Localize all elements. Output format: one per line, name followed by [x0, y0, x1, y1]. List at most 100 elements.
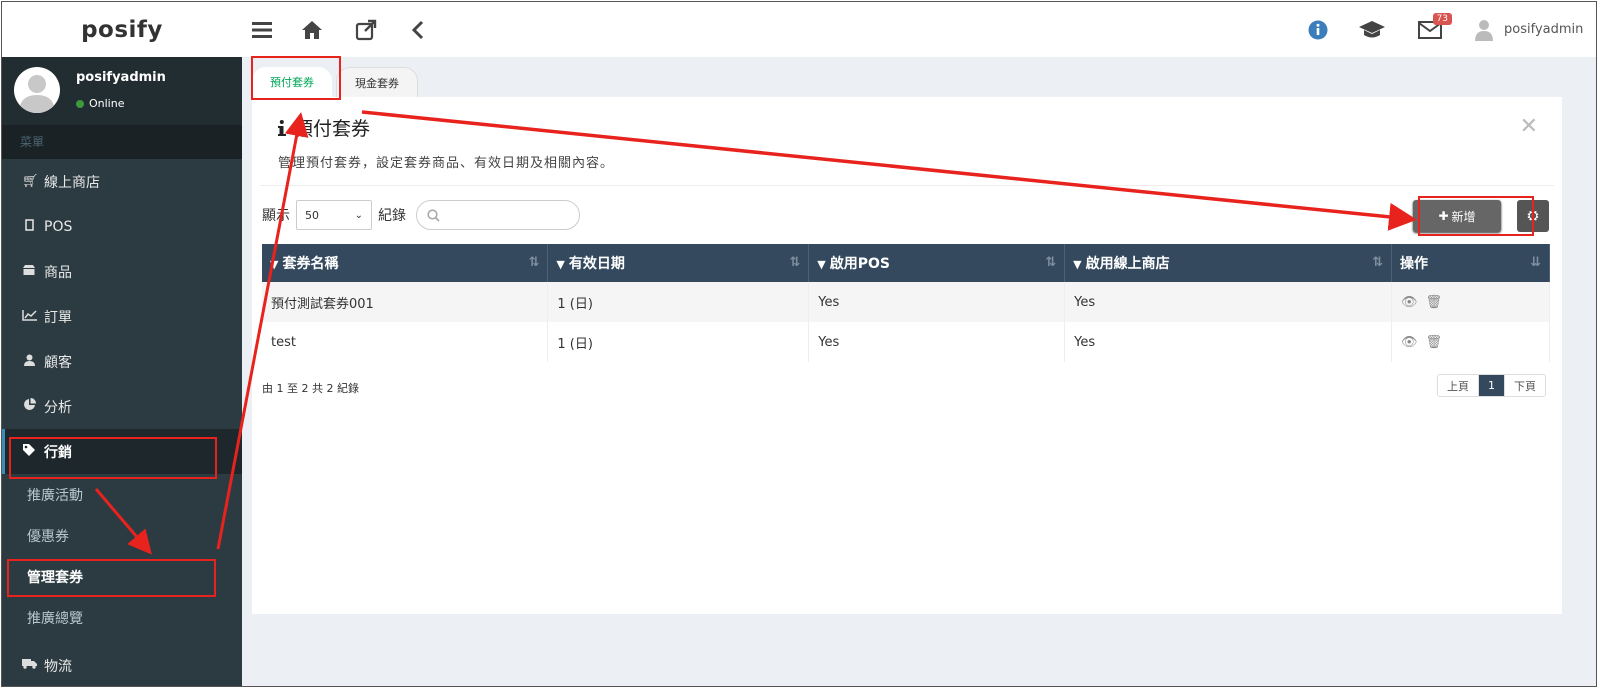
settings-button[interactable]: ⚙ — [1517, 200, 1549, 232]
column-header-pos-enabled[interactable]: ▼ 啟用POS ⇅ — [808, 244, 1066, 282]
table-header-row: ▼ 套券名稱 ⇅ ▼ 有效日期 ⇅ ▼ 啟用POS ⇅ ▼ 啟用線上商店 ⇅ 操作 ⇊ — [262, 244, 1550, 282]
content-area: 預付套券 現金套券 預付套券 管理預付套券，設定套券商品、有效日期及相關內容。 … — [242, 57, 1596, 686]
submenu-item-promotions[interactable]: 推廣活動 — [2, 474, 242, 515]
voucher-panel: 預付套券 管理預付套券，設定套券商品、有效日期及相關內容。 ✕ 顯示 50 ⌄ 紀… — [252, 97, 1562, 614]
user-menu[interactable]: posifyadmin — [1474, 2, 1583, 57]
line-chart-icon — [22, 309, 37, 325]
sort-icon[interactable]: ⇊ — [1530, 255, 1541, 270]
avatar — [14, 67, 60, 113]
tab-cash-voucher[interactable]: 現金套券 — [336, 67, 418, 98]
sidebar-username: posifyadmin — [76, 70, 166, 85]
external-link-icon[interactable] — [352, 16, 380, 44]
voucher-tabs: 預付套券 現金套券 — [252, 67, 422, 98]
next-page-button[interactable]: 下頁 — [1505, 375, 1545, 396]
add-voucher-button[interactable]: ✚ 新增 — [1413, 200, 1501, 232]
filter-icon: ▼ — [556, 258, 565, 271]
table-controls: 顯示 50 ⌄ 紀錄 — [262, 200, 580, 230]
pagination: 上頁 1 下頁 — [1437, 374, 1546, 397]
cart-icon: 🛒︎ — [22, 174, 39, 189]
home-icon[interactable] — [298, 16, 326, 44]
cell-actions: 👁︎ 🗑︎ — [1391, 322, 1550, 362]
info-icon[interactable] — [1308, 2, 1328, 57]
sort-icon[interactable]: ⇅ — [1045, 255, 1056, 270]
pie-chart-icon — [22, 398, 36, 415]
trash-icon[interactable]: 🗑︎ — [1426, 335, 1443, 350]
truck-icon — [22, 658, 37, 673]
trash-icon[interactable]: 🗑︎ — [1426, 295, 1443, 310]
info-i-icon — [278, 119, 286, 136]
online-dot-icon — [76, 99, 84, 108]
sidebar-item-online-store[interactable]: 🛒︎ 線上商店 — [2, 159, 242, 204]
close-icon[interactable]: ✕ — [1520, 114, 1538, 139]
submenu-item-coupons[interactable]: 優惠券 — [2, 515, 242, 556]
store-icon — [22, 264, 36, 280]
gear-icon: ⚙ — [1526, 207, 1540, 225]
top-navbar: posify 73 posifyadmin — [2, 2, 1596, 58]
sidebar-item-pos[interactable]: POS — [2, 204, 242, 249]
submenu-item-promotion-overview[interactable]: 推廣總覽 — [2, 597, 242, 638]
page-1-button[interactable]: 1 — [1479, 375, 1505, 396]
user-panel: posifyadmin Online — [2, 57, 242, 125]
search-input[interactable] — [416, 200, 580, 230]
cell-pos: Yes — [808, 322, 1066, 362]
prev-page-button[interactable]: 上頁 — [1438, 375, 1479, 396]
sidebar-item-logistics[interactable]: 物流 — [2, 643, 242, 686]
view-icon[interactable]: 👁︎ — [1401, 295, 1418, 310]
brand-logo[interactable]: posify — [2, 2, 242, 57]
menu-icon[interactable] — [248, 16, 276, 44]
screenshot-frame: posify 73 posifyadmin posifyadmin Online… — [1, 1, 1597, 687]
cell-actions: 👁︎ 🗑︎ — [1391, 282, 1550, 322]
column-header-online-store-enabled[interactable]: ▼ 啟用線上商店 ⇅ — [1064, 244, 1393, 282]
view-icon[interactable]: 👁︎ — [1401, 335, 1418, 350]
plus-icon: ✚ — [1438, 209, 1449, 223]
tablet-icon — [22, 218, 36, 235]
column-header-validity[interactable]: ▼ 有效日期 ⇅ — [547, 244, 810, 282]
menu-header: 菜單 — [2, 125, 242, 159]
table-info: 由 1 至 2 共 2 紀錄 — [262, 382, 359, 395]
cell-name: 預付測試套券001 — [262, 282, 549, 322]
user-icon — [22, 354, 36, 370]
cell-online-store: Yes — [1064, 322, 1393, 362]
column-header-actions[interactable]: 操作 ⇊ — [1391, 244, 1550, 282]
page-size-select[interactable]: 50 ⌄ — [296, 200, 372, 230]
page-description: 管理預付套券，設定套券商品、有效日期及相關內容。 — [278, 156, 615, 171]
cell-online-store: Yes — [1064, 282, 1393, 322]
search-icon — [427, 208, 440, 222]
cell-pos: Yes — [808, 282, 1066, 322]
table-row: test 1 (日) Yes Yes 👁︎ 🗑︎ — [262, 322, 1550, 362]
sidebar-item-customers[interactable]: 顧客 — [2, 339, 242, 384]
column-header-name[interactable]: ▼ 套券名稱 ⇅ — [262, 244, 549, 282]
divider — [260, 185, 1554, 186]
sidebar: posifyadmin Online 菜單 🛒︎ 線上商店 POS 商品 訂單 顧… — [2, 57, 242, 686]
chevron-down-icon: ⌄ — [354, 209, 363, 221]
sidebar-item-orders[interactable]: 訂單 — [2, 294, 242, 339]
page-title: 預付套券 — [278, 114, 370, 141]
submenu-item-manage-vouchers[interactable]: 管理套券 — [2, 556, 242, 597]
graduation-cap-icon[interactable] — [1358, 2, 1386, 57]
chevron-left-icon[interactable] — [404, 16, 432, 44]
user-avatar-icon — [1475, 19, 1493, 41]
filter-icon: ▼ — [817, 258, 826, 271]
sidebar-item-products[interactable]: 商品 — [2, 249, 242, 294]
show-label: 顯示 — [262, 208, 290, 224]
filter-icon: ▼ — [1073, 258, 1082, 271]
voucher-table: ▼ 套券名稱 ⇅ ▼ 有效日期 ⇅ ▼ 啟用POS ⇅ ▼ 啟用線上商店 ⇅ 操作 ⇊ 預付測試套… — [262, 244, 1550, 362]
envelope-icon[interactable]: 73 — [1418, 2, 1452, 57]
filter-icon: ▼ — [270, 258, 279, 271]
sidebar-item-analytics[interactable]: 分析 — [2, 384, 242, 429]
sort-icon[interactable]: ⇅ — [528, 255, 539, 270]
tags-icon — [22, 443, 36, 460]
table-row: 預付測試套券001 1 (日) Yes Yes 👁︎ 🗑︎ — [262, 282, 1550, 322]
navbar-username: posifyadmin — [1504, 22, 1584, 37]
cell-name: test — [262, 322, 549, 362]
tab-prepaid-voucher[interactable]: 預付套券 — [252, 67, 332, 97]
records-label: 紀錄 — [378, 208, 406, 224]
cell-validity: 1 (日) — [547, 282, 810, 322]
mail-count-badge: 73 — [1432, 12, 1452, 25]
cell-validity: 1 (日) — [547, 322, 810, 362]
sidebar-item-marketing[interactable]: 行銷 — [2, 429, 242, 474]
marketing-submenu: 推廣活動 優惠券 管理套券 推廣總覽 — [2, 474, 242, 638]
sort-icon[interactable]: ⇅ — [789, 255, 800, 270]
sort-icon[interactable]: ⇅ — [1372, 255, 1383, 270]
online-status: Online — [76, 97, 124, 110]
